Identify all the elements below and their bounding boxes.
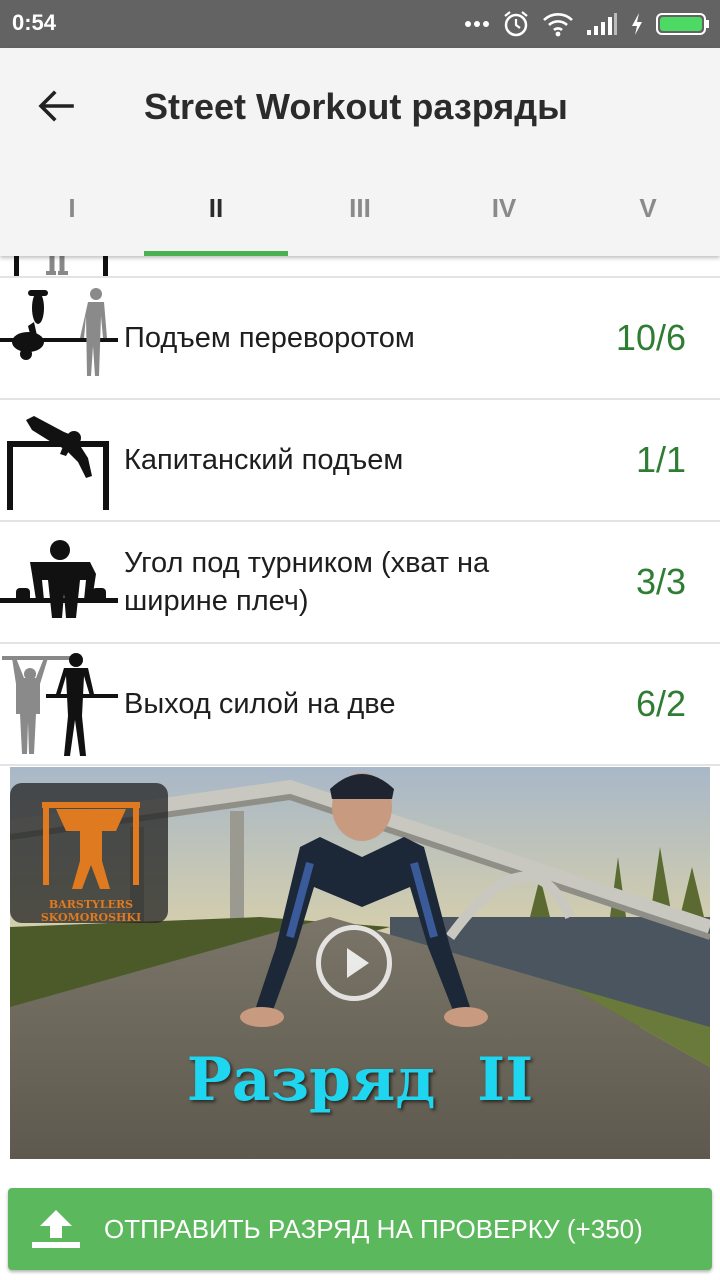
signal-icon [587, 13, 617, 35]
submit-rank-button[interactable]: ОТПРАВИТЬ РАЗРЯД НА ПРОВЕРКУ (+350) [8, 1188, 712, 1270]
exercise-list: Подъем переворотом 10/6 Капитанский подъ… [0, 256, 720, 766]
exercise-figure-icon [14, 256, 108, 276]
tab-rank-5[interactable]: V [576, 160, 720, 256]
page-title: Street Workout разряды [144, 86, 568, 127]
tab-rank-3[interactable]: III [288, 160, 432, 256]
play-button[interactable] [316, 925, 392, 1001]
muscle-up-two-arms-icon [2, 653, 118, 756]
l-sit-bar-icon [0, 540, 118, 618]
battery-icon [656, 13, 709, 35]
exercise-value: 1/1 [635, 439, 686, 480]
upload-icon [32, 1210, 80, 1248]
captain-lift-icon [7, 416, 109, 510]
upload-icon-wrap [8, 1188, 104, 1270]
list-item[interactable]: Капитанский подъем 1/1 [0, 400, 720, 522]
submit-rank-label: ОТПРАВИТЬ РАЗРЯД НА ПРОВЕРКУ (+350) [104, 1213, 643, 1244]
muscle-up-roll-icon [0, 288, 118, 376]
video-caption: Разряд II [186, 1045, 534, 1115]
tab-rank-4[interactable]: IV [432, 160, 576, 256]
arrow-back-icon [38, 90, 74, 122]
video-thumbnail[interactable]: BARSTYLERS SKOMOROSHKI Разряд II [10, 767, 710, 1159]
list-item[interactable]: Подъем переворотом 10/6 [0, 278, 720, 400]
alarm-icon [504, 11, 528, 37]
list-item-partial [0, 256, 720, 278]
tab-rank-2[interactable]: II [144, 160, 288, 256]
back-button[interactable] [24, 78, 88, 134]
status-time: 0:54 [12, 10, 57, 35]
rank-tabs: I II III IV V [0, 160, 720, 256]
app-bar: Street Workout разряды I II III IV V [0, 48, 720, 256]
channel-logo: BARSTYLERS SKOMOROSHKI [32, 797, 150, 924]
exercise-name: Подъем переворотом [124, 322, 415, 354]
list-item[interactable]: Угол под турником (хват на ширине плеч) … [0, 522, 720, 644]
play-icon [347, 948, 369, 978]
status-bar: 0:54 [0, 0, 720, 48]
athlete-logo-icon [42, 802, 140, 889]
logo-text-barstylers: BARSTYLERS [48, 898, 134, 911]
tab-rank-1[interactable]: I [0, 160, 144, 256]
exercise-name: Выход силой на две [124, 688, 396, 720]
more-dots-icon [465, 21, 489, 27]
charging-bolt-icon [632, 13, 642, 35]
wifi-icon [543, 13, 573, 37]
exercise-value: 6/2 [635, 683, 686, 724]
status-icons [464, 8, 710, 40]
exercise-name: Капитанский подъем [124, 444, 404, 476]
exercise-value: 3/3 [635, 561, 686, 602]
exercise-name: Угол под турником (хват на ширине плеч) [124, 547, 490, 617]
list-item[interactable]: Выход силой на две 6/2 [0, 644, 720, 766]
logo-text-skomoroshki: SKOMOROSHKI [40, 911, 142, 924]
exercise-value: 10/6 [615, 317, 686, 358]
